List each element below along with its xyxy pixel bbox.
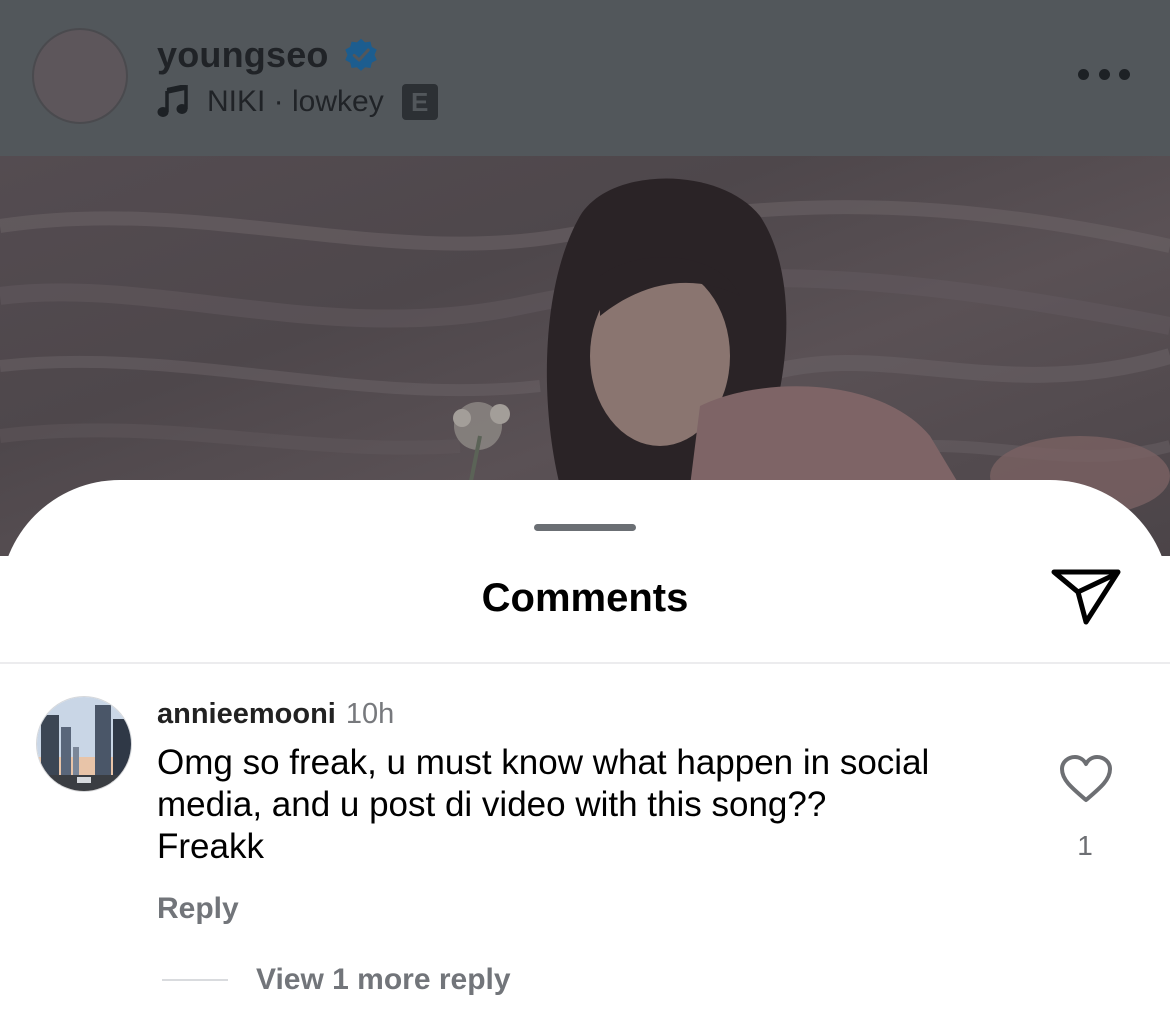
post-header: youngseo NIKI · lowkey E [0, 0, 1170, 156]
dot [1078, 68, 1089, 80]
verified-badge-icon [344, 38, 377, 71]
header-divider [0, 662, 1170, 664]
poster-username[interactable]: youngseo [157, 34, 329, 76]
explicit-badge: E [401, 84, 438, 120]
dot [1098, 68, 1110, 80]
poster-name-row: youngseo [157, 34, 379, 76]
reply-button[interactable]: Reply [157, 892, 239, 926]
send-paper-plane-icon[interactable] [1048, 564, 1124, 630]
like-count: 1 [1077, 830, 1093, 861]
poster-avatar[interactable] [32, 28, 128, 124]
comment-timestamp: 10h [345, 698, 395, 730]
music-note-icon [157, 85, 188, 117]
sheet-title: Comments [481, 576, 689, 620]
dot [1119, 68, 1130, 80]
replies-connector-line [162, 979, 228, 981]
sheet-drag-handle[interactable] [534, 524, 636, 531]
more-options-icon[interactable] [1078, 62, 1130, 86]
audio-attribution[interactable]: NIKI · lowkey E [157, 84, 438, 120]
comment-body: Omg so freak, u must know what happen in… [157, 743, 930, 866]
view-more-replies-button[interactable]: View 1 more reply [256, 963, 511, 997]
song-title: NIKI · lowkey [207, 85, 384, 118]
cityscape-avatar-image [37, 697, 131, 791]
commenter-username[interactable]: annieemooni [157, 698, 336, 731]
heart-outline-icon[interactable] [1058, 754, 1114, 804]
comment-header: annieemooni 10h [157, 698, 394, 731]
commenter-avatar[interactable] [36, 696, 132, 792]
comments-sheet: Comments annieemooni 10h Omg so freak, u… [0, 480, 1170, 1024]
